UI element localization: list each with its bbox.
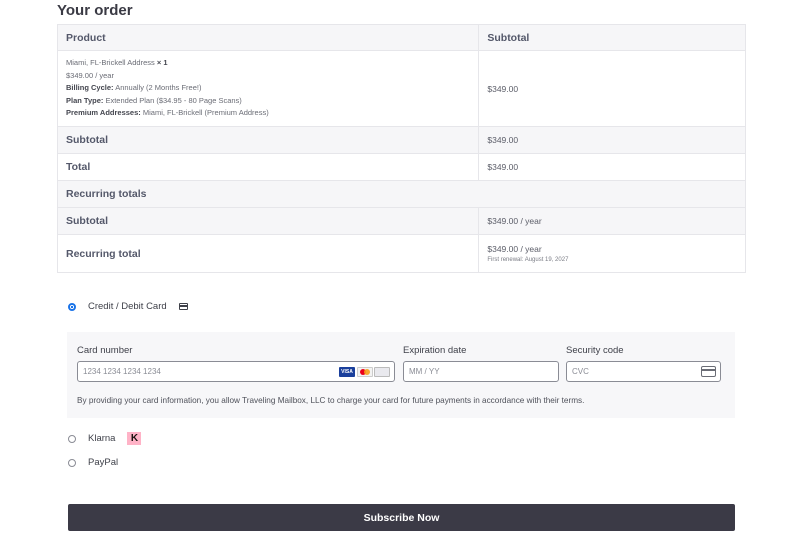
expiry-input[interactable]: MM / YY [403,361,559,382]
product-line-subtotal: $349.00 [478,50,746,127]
card-terms-text: By providing your card information, you … [77,396,585,405]
plan-type-label: Plan Type: [66,95,104,105]
total-value: $349.00 [478,153,746,181]
mastercard-icon [357,367,373,377]
plan-type-value: Extended Plan ($34.95 - 80 Page Scans) [105,95,242,105]
expiry-label: Expiration date [403,345,467,356]
recurring-total-label: Recurring total [56,234,480,273]
payment-option-paypal[interactable]: PayPal [68,457,118,468]
klarna-label[interactable]: Klarna [88,433,115,444]
recurring-subtotal-label: Subtotal [56,207,480,235]
recurring-subtotal-value: $349.00 / year [478,207,746,235]
card-brand-icon [374,367,390,377]
visa-icon: VISA [339,367,355,377]
order-title: Your order [57,2,133,19]
billing-cycle-label: Billing Cycle: [66,83,114,93]
security-code-placeholder: CVC [572,367,589,376]
card-option-label[interactable]: Credit / Debit Card [88,301,167,312]
subtotal-column-header: Subtotal [478,24,746,51]
card-number-placeholder: 1234 1234 1234 1234 [83,367,161,376]
paypal-label[interactable]: PayPal [88,457,118,468]
card-number-label: Card number [77,345,133,356]
card-radio[interactable] [68,302,76,311]
table-row-product: Miami, FL-Brickell Address × 1 $349.00 /… [56,50,746,127]
subtotal-value: $349.00 [478,126,746,154]
cvc-card-icon [701,366,716,377]
premium-addresses-label: Premium Addresses: [66,108,141,118]
product-price: $349.00 / year [66,70,114,80]
table-row-recurring-subtotal: Subtotal $349.00 / year [56,207,746,235]
table-row-recurring-totals: Recurring totals [57,180,746,208]
expiry-placeholder: MM / YY [409,367,440,376]
order-table: Product Subtotal Miami, FL-Brickell Addr… [56,24,746,273]
billing-cycle-value: Annually (2 Months Free!) [115,83,202,93]
total-label: Total [56,153,480,181]
recurring-totals-heading: Recurring totals [57,180,746,208]
paypal-radio[interactable] [68,458,76,467]
product-name: Miami, FL-Brickell Address [66,58,155,68]
first-renewal-date: First renewal: August 19, 2027 [487,257,569,263]
security-code-input[interactable]: CVC [566,361,721,382]
card-number-input[interactable]: 1234 1234 1234 1234 VISA [77,361,395,382]
recurring-total-value: $349.00 / year [487,244,542,254]
klarna-radio[interactable] [68,434,76,443]
payment-option-card[interactable]: Credit / Debit Card [68,301,188,312]
credit-card-icon [178,303,188,310]
product-quantity: × 1 [156,58,168,68]
order-table-header: Product Subtotal [56,24,746,51]
table-row-total: Total $349.00 [56,153,746,181]
subscribe-now-button[interactable]: Subscribe Now [68,504,735,531]
table-row-recurring-total: Recurring total $349.00 / year First ren… [56,234,746,273]
premium-addresses-value: Miami, FL-Brickell (Premium Address) [142,108,269,118]
card-details-panel: Card number 1234 1234 1234 1234 VISA Exp… [67,332,735,418]
payment-option-klarna[interactable]: Klarna K [68,432,142,445]
subtotal-label: Subtotal [56,126,480,154]
product-details: Miami, FL-Brickell Address × 1 $349.00 /… [56,50,480,127]
product-column-header: Product [56,24,480,51]
klarna-logo-icon: K [127,432,142,445]
table-row-subtotal: Subtotal $349.00 [56,126,746,154]
recurring-total-cell: $349.00 / year First renewal: August 19,… [478,234,746,273]
security-code-label: Security code [566,345,624,356]
